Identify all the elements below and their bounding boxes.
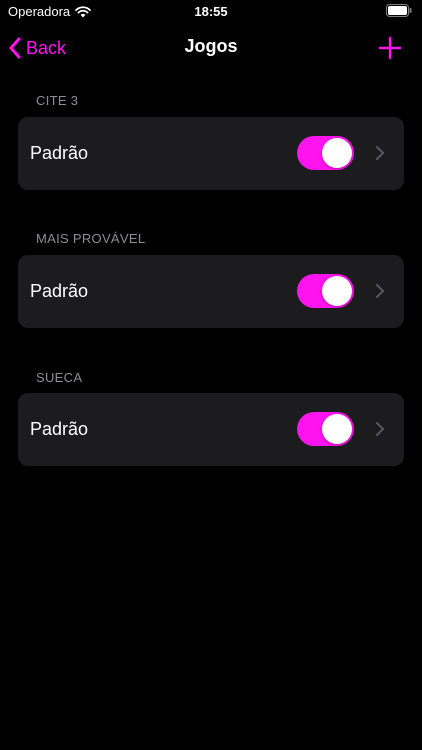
chevron-right-icon bbox=[376, 422, 384, 436]
row-label: Padrão bbox=[30, 419, 89, 439]
toggle-knob bbox=[322, 138, 352, 168]
game-row-sueca[interactable]: Padrão bbox=[18, 393, 404, 466]
toggle-switch-sueca[interactable] bbox=[297, 412, 354, 446]
chevron-right-icon bbox=[376, 146, 384, 160]
status-time: 18:55 bbox=[194, 4, 228, 19]
row-label: Padrão bbox=[30, 281, 89, 301]
navigation-bar: Back Jogos bbox=[0, 24, 422, 72]
toggle-knob bbox=[322, 414, 352, 444]
page-title: Jogos bbox=[184, 36, 238, 56]
status-bar: Operadora 18:55 bbox=[0, 0, 422, 24]
section-header-cite-3: CITE 3 bbox=[36, 93, 79, 108]
toggle-switch-cite-3[interactable] bbox=[297, 136, 354, 170]
section-header-mais-provavel: MAIS PROVÁVEL bbox=[36, 231, 146, 246]
add-button[interactable] bbox=[378, 36, 402, 60]
chevron-right-icon bbox=[376, 284, 384, 298]
section-header-sueca: SUECA bbox=[36, 370, 83, 385]
plus-icon bbox=[378, 36, 402, 60]
toggle-knob bbox=[322, 276, 352, 306]
row-label: Padrão bbox=[30, 143, 89, 163]
game-row-cite-3[interactable]: Padrão bbox=[18, 117, 404, 190]
battery-icon bbox=[386, 4, 412, 20]
toggle-switch-mais-provavel[interactable] bbox=[297, 274, 354, 308]
game-row-mais-provavel[interactable]: Padrão bbox=[18, 255, 404, 328]
